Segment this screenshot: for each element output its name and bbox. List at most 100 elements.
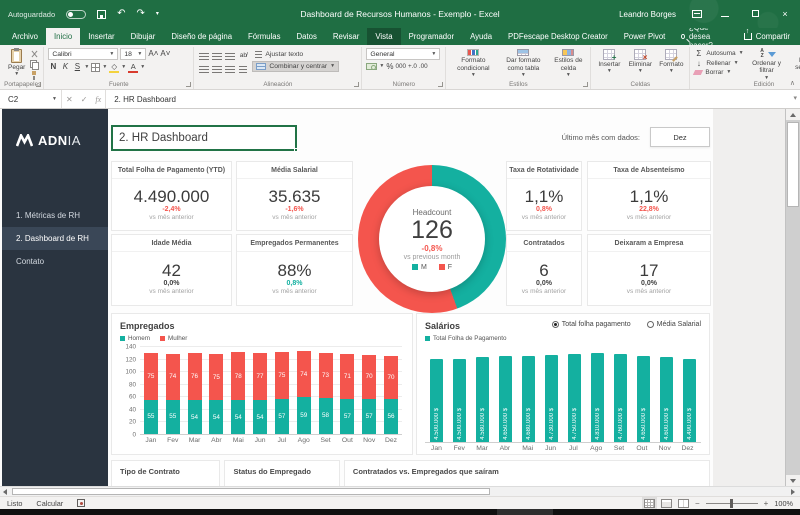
tab-dibujar[interactable]: Dibujar	[123, 28, 164, 45]
grow-font-icon[interactable]: A˄	[148, 49, 158, 59]
radio-button[interactable]	[552, 321, 559, 328]
cancel-icon[interactable]: ✕	[66, 95, 73, 104]
radio-option-m-dia-salarial[interactable]: Média Salarial	[647, 321, 701, 328]
autosave-toggle[interactable]	[66, 10, 86, 19]
percent-style-icon[interactable]: %	[386, 62, 393, 71]
tab-insertar[interactable]: Insertar	[80, 28, 122, 45]
accounting-format-icon[interactable]	[366, 63, 377, 70]
last-month-dropdown[interactable]: Dez	[650, 127, 710, 147]
sidebar-item-1-m-tricas-de-rh[interactable]: 1. Métricas de RH	[2, 204, 108, 227]
clear-button[interactable]: Borrar▼	[694, 69, 743, 76]
copy-icon[interactable]	[30, 60, 38, 68]
radio-button[interactable]	[647, 321, 654, 328]
format-cells-button[interactable]: Formato▼	[657, 48, 685, 79]
increase-decimal-icon[interactable]: +.0	[408, 63, 417, 70]
expand-formula-bar-icon[interactable]: ▾	[793, 94, 797, 102]
insert-function-icon[interactable]: fx	[95, 95, 101, 104]
scroll-right-arrow[interactable]	[788, 487, 798, 496]
fill-color-icon[interactable]: ◇	[109, 63, 119, 71]
clipboard-dialog-launcher[interactable]	[36, 82, 41, 87]
styles-dialog-launcher[interactable]	[583, 82, 588, 87]
align-top-icon[interactable]	[198, 50, 210, 62]
enter-icon[interactable]: ✓	[81, 95, 88, 104]
share-button[interactable]: Compartir	[734, 28, 800, 45]
zoom-level[interactable]: 100%	[774, 499, 793, 508]
paste-button[interactable]: Pegar▼	[6, 48, 27, 79]
sidebar-item-2-dashboard-de-rh[interactable]: 2. Dashboard de RH	[2, 227, 108, 250]
number-format-select[interactable]: General▼	[366, 48, 440, 60]
merge-center-button[interactable]: Combinar y centrar ▼	[252, 61, 339, 72]
vertical-scrollbar[interactable]	[785, 109, 800, 486]
zoom-slider[interactable]	[706, 503, 758, 504]
zoom-out-icon[interactable]: −	[695, 499, 700, 508]
scroll-up-arrow[interactable]	[786, 109, 800, 120]
decrease-decimal-icon[interactable]: .00	[419, 63, 428, 70]
ribbon-display-options-icon[interactable]	[692, 10, 702, 18]
comma-style-icon[interactable]: 000	[395, 63, 406, 70]
horizontal-scrollbar[interactable]	[0, 486, 800, 496]
align-left-icon[interactable]	[198, 63, 210, 75]
font-size-select[interactable]: 18▼	[120, 48, 146, 60]
cell-styles-button[interactable]: Estilos de celda▼	[550, 48, 586, 79]
format-painter-icon[interactable]	[30, 71, 38, 79]
fill-button[interactable]: ↓Rellenar▼	[694, 59, 743, 68]
align-middle-icon[interactable]	[211, 50, 223, 62]
tab-vista[interactable]: Vista	[367, 28, 400, 45]
vertical-scrollbar-thumb[interactable]	[787, 122, 799, 207]
horizontal-scrollbar-thumb[interactable]	[12, 488, 490, 495]
scroll-left-arrow[interactable]	[0, 487, 10, 496]
find-select-button[interactable]: Buscar y seleccionar▼	[790, 48, 800, 79]
delete-cells-button[interactable]: Eliminar▼	[626, 48, 654, 79]
zoom-in-icon[interactable]: +	[764, 499, 769, 508]
orientation-icon[interactable]: ab̸	[237, 50, 249, 62]
underline-button[interactable]: S	[72, 62, 82, 72]
calculate-status[interactable]: Calcular	[36, 499, 63, 508]
tab-programador[interactable]: Programador	[401, 28, 463, 45]
format-as-table-button[interactable]: Dar formato como tabla▼	[499, 48, 547, 79]
radio-option-total-folha-pagamento[interactable]: Total folha pagamento	[552, 321, 631, 328]
tab-datos[interactable]: Datos	[289, 28, 325, 45]
number-dialog-launcher[interactable]	[438, 82, 443, 87]
bold-button[interactable]: N	[48, 62, 58, 72]
wrap-text-button[interactable]: Ajustar texto	[252, 50, 339, 59]
formula-input[interactable]: 2. HR Dashboard	[106, 90, 800, 108]
tab-archivo[interactable]: Archivo	[4, 28, 46, 45]
font-color-icon[interactable]: A	[128, 63, 138, 71]
tab-inicio[interactable]: Inicio	[46, 28, 80, 45]
customize-qat-icon[interactable]: ▾	[156, 11, 159, 17]
tab-f-rmulas[interactable]: Fórmulas	[240, 28, 289, 45]
tab-pdfescape-desktop-creator[interactable]: PDFescape Desktop Creator	[500, 28, 616, 45]
insert-cells-button[interactable]: Insertar▼	[595, 48, 623, 79]
macro-record-icon[interactable]	[77, 499, 85, 507]
tab-dise-o-de-p-gina[interactable]: Diseño de página	[163, 28, 240, 45]
align-right-icon[interactable]	[224, 63, 236, 75]
page-break-view-icon[interactable]	[678, 499, 689, 508]
scroll-down-arrow[interactable]	[786, 475, 800, 486]
redo-icon[interactable]: ↷	[137, 9, 145, 19]
tab-revisar[interactable]: Revisar	[325, 28, 367, 45]
zoom-slider-thumb[interactable]	[730, 499, 733, 508]
collapse-ribbon-icon[interactable]: ∧	[790, 79, 795, 87]
autosum-button[interactable]: ΣAutosuma▼	[694, 49, 743, 58]
selected-cell[interactable]: 2. HR Dashboard	[111, 125, 297, 151]
normal-view-icon[interactable]	[644, 499, 655, 508]
italic-button[interactable]: K	[60, 62, 70, 72]
cut-icon[interactable]	[30, 50, 39, 58]
undo-icon[interactable]: ↶	[117, 9, 125, 19]
borders-icon[interactable]	[91, 63, 100, 72]
tell-me-search[interactable]: ¿Qué desea hacer?	[673, 28, 733, 45]
alignment-dialog-launcher[interactable]	[354, 82, 359, 87]
shrink-font-icon[interactable]: A˅	[160, 49, 170, 59]
tab-ayuda[interactable]: Ayuda	[462, 28, 500, 45]
indent-icon[interactable]	[237, 63, 249, 75]
save-icon[interactable]	[97, 10, 106, 19]
sort-filter-button[interactable]: AZ Ordenar y filtrar▼	[747, 48, 787, 79]
name-box[interactable]: C2▼	[0, 90, 62, 108]
conditional-formatting-button[interactable]: Formato condicional▼	[450, 48, 496, 79]
tab-power-pivot[interactable]: Power Pivot	[616, 28, 674, 45]
minimize-button[interactable]	[718, 9, 732, 19]
page-layout-view-icon[interactable]	[661, 499, 672, 508]
sidebar-item-contato[interactable]: Contato	[2, 250, 108, 273]
close-button[interactable]: ×	[778, 9, 792, 19]
user-name[interactable]: Leandro Borges	[619, 10, 676, 19]
